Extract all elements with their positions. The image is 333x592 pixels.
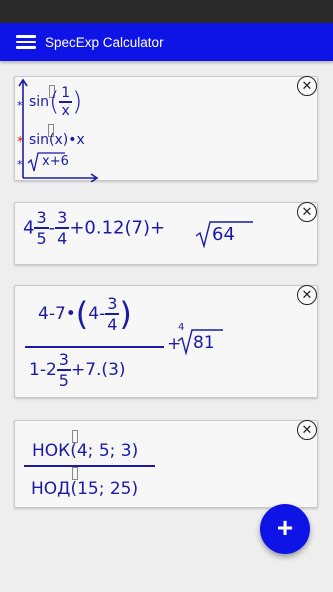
sin-label: sin xyxy=(29,93,50,110)
numerator-prefix: 4-7• xyxy=(38,303,76,324)
close-icon[interactable]: ✕ xyxy=(297,202,317,222)
frac-den: 4 xyxy=(57,228,68,248)
expr4-numerator: НОК(4; 5; 3) xyxy=(32,441,139,461)
hamburger-menu-icon[interactable] xyxy=(16,35,36,49)
radicand: 64 xyxy=(212,224,235,245)
expression-card-4[interactable]: ✕ НОК(4; 5; 3) НОД(15; 25) xyxy=(14,420,318,508)
plus-icon: + xyxy=(276,512,294,543)
close-icon[interactable]: ✕ xyxy=(297,285,317,305)
app-bar: SpecExp Calculator xyxy=(0,23,333,61)
denominator-prefix: 1-2 xyxy=(29,359,57,380)
frac-num: 3 xyxy=(107,294,118,313)
expr4-denominator: НОД(15; 25) xyxy=(31,479,139,499)
close-icon[interactable]: ✕ xyxy=(297,76,317,96)
expr3-numerator: 4-7•(4- 3 4) xyxy=(38,294,132,334)
svg-text:*: * xyxy=(17,99,23,112)
frac-den: 4 xyxy=(107,314,118,334)
frac-den: 5 xyxy=(58,370,69,390)
status-bar xyxy=(0,0,333,23)
frac-num: 3 xyxy=(58,350,69,369)
close-icon[interactable]: ✕ xyxy=(297,420,317,440)
denominator-suffix: +7.(3) xyxy=(70,359,126,380)
expr3-denominator: 1-2 3 5 +7.(3) xyxy=(29,350,126,390)
expression-card-3[interactable]: ✕ 4-7•(4- 3 4) 1-2 3 5 +7.(3) + 4 81 xyxy=(14,285,318,398)
expr1-line1: sin(1 x) xyxy=(29,85,83,119)
expr2: 4 3 5-3 4 +0.12(7)+ xyxy=(23,208,165,248)
add-expression-button[interactable]: + xyxy=(260,504,310,554)
radicand: 81 xyxy=(193,333,215,353)
expression-card-2[interactable]: ✕ 4 3 5-3 4 +0.12(7)+ 64 xyxy=(14,202,318,265)
app-title: SpecExp Calculator xyxy=(45,34,164,50)
main-fraction-bar xyxy=(25,346,164,348)
whole-number: 4 xyxy=(23,217,35,239)
expr-tail: +0.12(7)+ xyxy=(69,217,166,239)
expr1-line2: sin(x)•x xyxy=(29,132,85,148)
frac-num: 3 xyxy=(57,208,68,227)
frac-num: 1 xyxy=(61,85,71,101)
frac-den: x xyxy=(61,102,70,119)
frac-den: 5 xyxy=(36,228,47,248)
svg-text:*: * xyxy=(17,158,23,171)
frac-num: 3 xyxy=(36,208,47,227)
inner-prefix: 4- xyxy=(88,303,106,324)
expression-card-1[interactable]: ✕ * * * sin(1 x) sin(x)•x x+6 xyxy=(14,76,318,182)
svg-text:*: * xyxy=(17,135,24,150)
fraction-bar xyxy=(24,465,155,467)
expr1-line3-radicand: x+6 xyxy=(42,154,69,169)
